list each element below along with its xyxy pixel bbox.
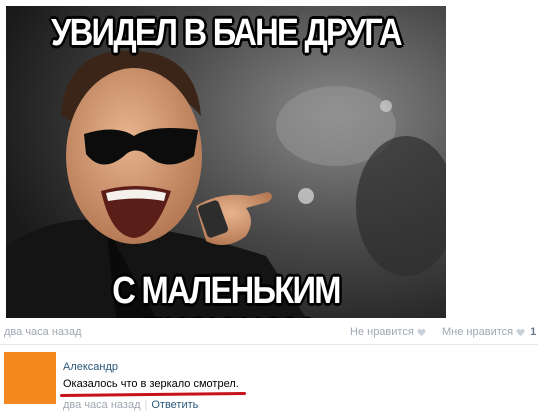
meme-caption-top: УВИДЕЛ В БАНЕ ДРУГА: [51, 12, 403, 54]
heart-icon: [417, 328, 426, 336]
like-button[interactable]: Мне нравится 1: [442, 326, 536, 338]
post-meta: два часа назад Не нравится Мне нравится …: [0, 324, 538, 342]
reply-button[interactable]: Ответить: [151, 399, 198, 411]
dislike-button[interactable]: Не нравится: [350, 326, 426, 338]
comment-footer: два часа назад | Ответить: [63, 399, 198, 411]
meme-image[interactable]: УВИДЕЛ В БАНЕ ДРУГА С МАЛЕНЬКИМ ПИСЮНОМ: [6, 6, 446, 318]
comment-timestamp[interactable]: два часа назад: [63, 399, 140, 411]
divider: [0, 344, 538, 345]
comment-author[interactable]: Александр: [63, 361, 118, 373]
footer-separator: |: [144, 399, 148, 411]
like-label: Мне нравится: [442, 326, 514, 338]
like-count: 1: [530, 326, 537, 338]
post-timestamp[interactable]: два часа назад: [4, 326, 81, 338]
red-underline-annotation: [59, 392, 247, 397]
avatar[interactable]: [4, 352, 56, 404]
dislike-label: Не нравится: [350, 326, 414, 338]
heart-icon: [516, 328, 525, 336]
meme-caption-bottom: С МАЛЕНЬКИМ ПИСЮНОМ: [112, 270, 341, 318]
comment-text: Оказалось что в зеркало смотрел.: [63, 378, 239, 390]
